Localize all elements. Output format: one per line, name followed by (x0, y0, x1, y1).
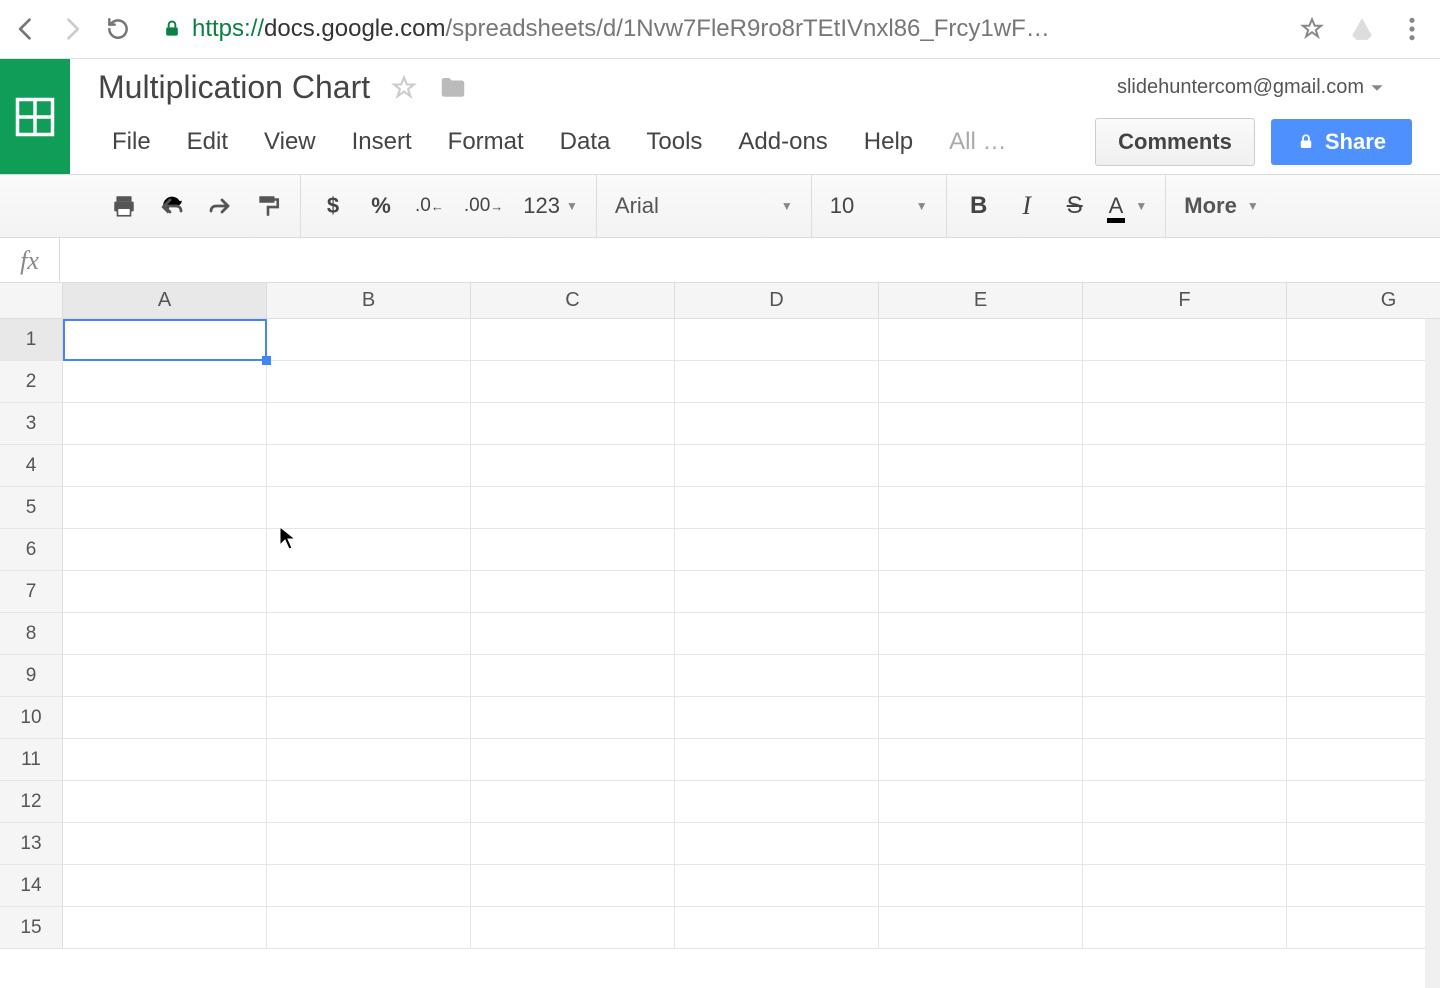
strikethrough-button[interactable]: S (1061, 192, 1089, 220)
column-headers: A B C D E F G (63, 283, 1440, 319)
column-header[interactable]: C (471, 283, 675, 319)
row-header[interactable]: 3 (0, 403, 63, 445)
format-currency-button[interactable]: $ (319, 193, 347, 219)
row-header[interactable]: 5 (0, 487, 63, 529)
menu-format[interactable]: Format (430, 118, 542, 166)
menu-help[interactable]: Help (846, 118, 931, 166)
row-header[interactable]: 1 (0, 319, 63, 361)
document-title[interactable]: Multiplication Chart (98, 69, 370, 106)
app-header: Multiplication Chart slidehuntercom@gmai… (0, 59, 1440, 174)
format-percent-button[interactable]: % (367, 193, 395, 219)
row-header[interactable]: 7 (0, 571, 63, 613)
spreadsheet-grid: A B C D E F G 1 2 3 4 5 6 7 8 9 10 11 (0, 283, 1440, 988)
font-size-select[interactable]: 10 (830, 193, 890, 219)
browser-url-bar[interactable]: https://docs.google.com/spreadsheets/d/1… (148, 9, 1280, 49)
redo-icon[interactable] (206, 196, 234, 216)
menu-view[interactable]: View (246, 118, 334, 166)
menu-bar: File Edit View Insert Format Data Tools … (70, 118, 1440, 166)
text-color-button[interactable]: A▼ (1109, 193, 1148, 219)
browser-forward-button[interactable] (56, 13, 88, 45)
url-protocol: https:// (192, 15, 264, 42)
cell-area[interactable] (63, 319, 1440, 949)
vertical-scrollbar[interactable] (1425, 319, 1440, 988)
row-header[interactable]: 2 (0, 361, 63, 403)
paint-format-icon[interactable] (254, 193, 282, 219)
row-header[interactable]: 12 (0, 781, 63, 823)
column-header[interactable]: B (267, 283, 471, 319)
row-header[interactable]: 6 (0, 529, 63, 571)
move-to-folder-icon[interactable] (438, 73, 468, 103)
menu-insert[interactable]: Insert (334, 118, 430, 166)
font-family-select[interactable]: Arial (615, 193, 755, 219)
row-header[interactable]: 13 (0, 823, 63, 865)
row-header[interactable]: 11 (0, 739, 63, 781)
comments-button[interactable]: Comments (1095, 118, 1255, 166)
selection-fill-handle[interactable] (262, 356, 271, 365)
row-header[interactable]: 8 (0, 613, 63, 655)
lock-icon (1297, 133, 1315, 151)
row-header[interactable]: 10 (0, 697, 63, 739)
decrease-decimal-button[interactable]: .0← (415, 195, 444, 217)
more-formats-button[interactable]: 123▼ (523, 193, 578, 219)
menu-edit[interactable]: Edit (169, 118, 246, 166)
share-label: Share (1325, 129, 1386, 155)
column-header[interactable]: A (63, 283, 267, 319)
menu-overflow[interactable]: All … (931, 118, 1024, 166)
formula-input[interactable] (60, 238, 1440, 282)
bold-button[interactable]: B (965, 192, 993, 220)
bookmark-star-icon[interactable] (1294, 11, 1330, 47)
dropdown-arrow-icon: ▼ (916, 199, 928, 213)
menu-data[interactable]: Data (542, 118, 629, 166)
column-header[interactable]: E (879, 283, 1083, 319)
star-document-icon[interactable] (390, 74, 418, 102)
formula-bar: fx (0, 238, 1440, 283)
browser-toolbar: https://docs.google.com/spreadsheets/d/1… (0, 0, 1440, 59)
menu-addons[interactable]: Add-ons (720, 118, 845, 166)
row-header[interactable]: 14 (0, 865, 63, 907)
increase-decimal-button[interactable]: .00→ (464, 195, 503, 217)
menu-file[interactable]: File (94, 118, 169, 166)
select-all-corner[interactable] (0, 283, 63, 319)
row-header[interactable]: 4 (0, 445, 63, 487)
menu-tools[interactable]: Tools (628, 118, 720, 166)
sheets-logo[interactable] (0, 59, 70, 174)
column-header[interactable]: G (1287, 283, 1440, 319)
user-account-menu[interactable]: slidehuntercom@gmail.com (1117, 76, 1412, 99)
print-icon[interactable] (110, 193, 138, 219)
url-path: /spreadsheets/d/1Nvw7FleR9ro8rTEtIVnxl86… (446, 15, 1050, 42)
column-header[interactable]: F (1083, 283, 1287, 319)
user-email-text: slidehuntercom@gmail.com (1117, 76, 1364, 99)
row-header[interactable]: 9 (0, 655, 63, 697)
formatting-toolbar: $ % .0← .00→ 123▼ Arial ▼ 10 ▼ B I S A▼ … (0, 174, 1440, 238)
column-header[interactable]: D (675, 283, 879, 319)
browser-back-button[interactable] (10, 13, 42, 45)
italic-button[interactable]: I (1013, 191, 1041, 221)
lock-icon (162, 19, 182, 39)
browser-menu-icon[interactable] (1394, 11, 1430, 47)
url-domain: docs.google.com (264, 15, 445, 42)
dropdown-arrow-icon (1370, 81, 1384, 95)
fx-label: fx (0, 238, 60, 283)
share-button[interactable]: Share (1271, 119, 1412, 165)
drive-icon[interactable] (1344, 11, 1380, 47)
toolbar-more-button[interactable]: More▼ (1184, 193, 1258, 219)
row-header[interactable]: 15 (0, 907, 63, 949)
row-headers: 1 2 3 4 5 6 7 8 9 10 11 12 13 14 15 (0, 319, 63, 949)
dropdown-arrow-icon: ▼ (781, 199, 793, 213)
browser-reload-button[interactable] (102, 13, 134, 45)
undo-icon[interactable] (158, 193, 186, 219)
